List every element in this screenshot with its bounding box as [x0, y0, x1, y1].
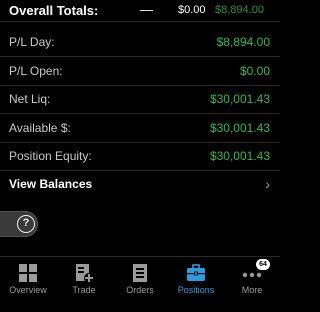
tab-positions[interactable]: Positions	[168, 261, 224, 303]
row-value: $0.00	[239, 64, 270, 78]
tab-label: More	[241, 285, 263, 295]
view-balances-link[interactable]: View Balances ›	[0, 170, 280, 198]
row-label: Net Liq:	[9, 92, 51, 106]
row-label: P/L Day:	[9, 35, 55, 49]
question-icon: ?	[17, 215, 35, 233]
chevron-right-icon: ›	[265, 176, 270, 192]
available-cash-row: Available $: $30,001.43	[0, 114, 280, 143]
row-label: Position Equity:	[9, 149, 92, 163]
pl-day-row: P/L Day: $8,894.00	[0, 28, 280, 57]
view-balances-label: View Balances	[9, 177, 93, 191]
orders-list-icon	[133, 264, 147, 282]
row-value: $8,894.00	[216, 35, 270, 49]
row-value: $30,001.43	[209, 121, 270, 135]
tab-label: Positions	[177, 285, 215, 295]
tab-label: Trade	[72, 285, 96, 295]
overall-totals-zero-value: $0.00	[178, 4, 206, 16]
row-label: Available $:	[9, 121, 71, 135]
overall-totals-green-value: $8,894.00	[215, 4, 264, 16]
position-equity-row: Position Equity: $30,001.43	[0, 142, 280, 171]
tab-label: Overview	[9, 285, 47, 295]
trade-plus-icon	[76, 264, 94, 283]
bottom-tab-bar: Overview Trade Orders Positions 64 More	[0, 256, 280, 312]
overall-totals-row: Overall Totals: — $0.00 $8,894.00	[0, 0, 280, 22]
notification-badge: 64	[256, 259, 270, 270]
row-label: P/L Open:	[9, 64, 63, 78]
net-liq-row: Net Liq: $30,001.43	[0, 85, 280, 114]
row-value: $30,001.43	[209, 149, 270, 163]
overall-totals-dash: —	[140, 2, 153, 17]
help-button[interactable]: ?	[0, 211, 38, 237]
tab-orders[interactable]: Orders	[112, 261, 168, 303]
row-value: $30,001.43	[209, 92, 270, 106]
tab-more[interactable]: 64 More	[224, 259, 280, 303]
tab-label: Orders	[126, 285, 154, 295]
overall-totals-label: Overall Totals:	[9, 3, 99, 18]
grid-icon	[19, 264, 37, 282]
tab-trade[interactable]: Trade	[56, 261, 112, 303]
pl-open-row: P/L Open: $0.00	[0, 57, 280, 86]
tab-overview[interactable]: Overview	[0, 261, 56, 303]
briefcase-icon	[187, 264, 205, 281]
